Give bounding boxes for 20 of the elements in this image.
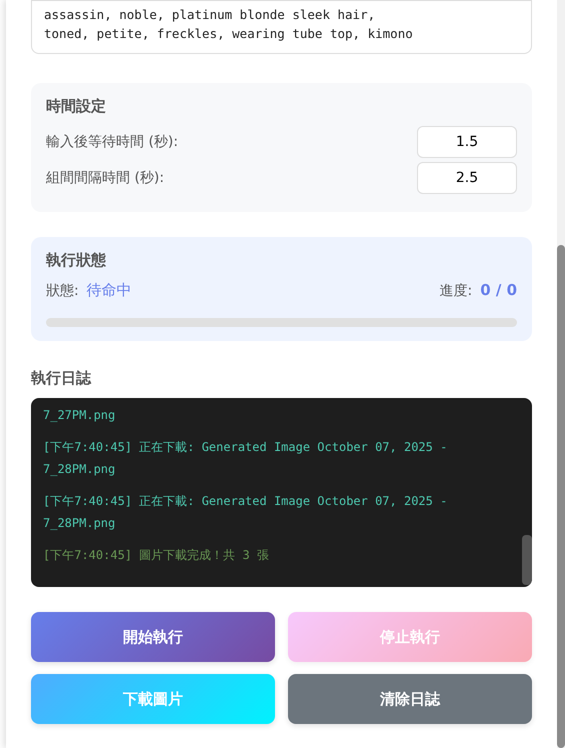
progress-value: 0 / 0 <box>480 281 517 299</box>
clear-button[interactable]: 清除日誌 <box>288 674 532 724</box>
log-entry: [下午7:40:45] 正在下載: Generated Image October 07, 2025 - 7_28PM.png <box>43 493 448 532</box>
scrollbar-thumb[interactable] <box>557 245 565 748</box>
progress-label: 進度: <box>439 283 472 299</box>
field-label: 組間間隔時間 (秒): <box>46 169 164 187</box>
number-field[interactable]: 1.5 <box>417 126 517 158</box>
card-title: 時間設定 <box>46 97 107 116</box>
status-label: 狀態: <box>46 283 79 299</box>
number-field[interactable]: 2.5 <box>417 162 517 194</box>
prompt-field[interactable]: assassin, noble, platinum blonde sleek hair, toned, petite, freckles, wearing tube top, kimono <box>31 0 532 54</box>
log-entry: [下午7:40:45] 圖片下載完成！共 3 張 <box>43 547 270 564</box>
log-entry: [下午7:40:45] 正在下載: Generated Image October 07, 2025 - 7_28PM.png <box>43 439 448 478</box>
card-title: 執行狀態 <box>46 251 107 270</box>
log-title: 執行日誌 <box>31 369 92 388</box>
start-button[interactable]: 開始執行 <box>31 612 275 662</box>
field-label: 輸入後等待時間 (秒): <box>46 133 178 151</box>
scrollbar-thumb[interactable] <box>522 535 532 585</box>
log-entry: 7_27PM.png <box>43 407 116 424</box>
status-value: 待命中 <box>86 281 132 299</box>
